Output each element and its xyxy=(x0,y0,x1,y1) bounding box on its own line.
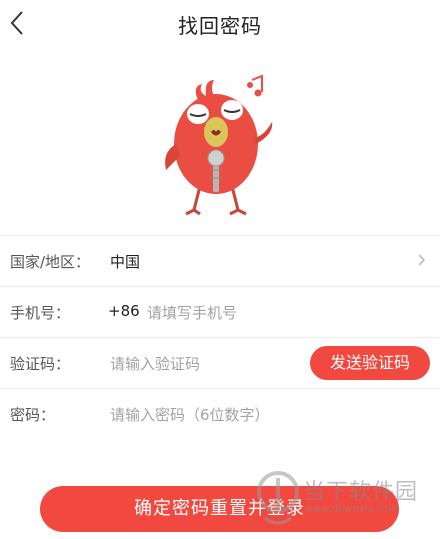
country-label: 国家/地区： xyxy=(10,253,91,271)
page-title: 找回密码 xyxy=(178,14,262,38)
header: 找回密码 xyxy=(0,0,440,48)
phone-row: 手机号： +86 请填写手机号 xyxy=(0,286,440,337)
verify-code-input[interactable]: 请输入验证码 xyxy=(110,353,200,374)
send-code-button[interactable]: 发送验证码 xyxy=(310,346,430,380)
country-code[interactable]: +86 xyxy=(108,302,140,320)
country-row[interactable]: 国家/地区： 中国 xyxy=(0,235,440,286)
phone-label: 手机号： xyxy=(10,304,71,322)
chevron-right-icon xyxy=(418,254,426,266)
reset-password-form: 国家/地区： 中国 手机号： +86 请填写手机号 验证码： 请输入验证码 发送… xyxy=(0,235,440,439)
country-value: 中国 xyxy=(110,253,141,271)
phone-input[interactable]: 请填写手机号 xyxy=(147,302,237,323)
verify-row: 验证码： 请输入验证码 发送验证码 xyxy=(0,337,440,388)
verify-label: 验证码： xyxy=(10,355,71,373)
password-label: 密码： xyxy=(10,406,56,424)
bird-mascot-illustration xyxy=(165,74,273,216)
password-row: 密码： 请输入密码（6位数字） xyxy=(0,388,440,439)
reset-and-login-button[interactable]: 确定密码重置并登录 xyxy=(40,486,399,532)
password-input[interactable]: 请输入密码（6位数字） xyxy=(110,404,270,425)
